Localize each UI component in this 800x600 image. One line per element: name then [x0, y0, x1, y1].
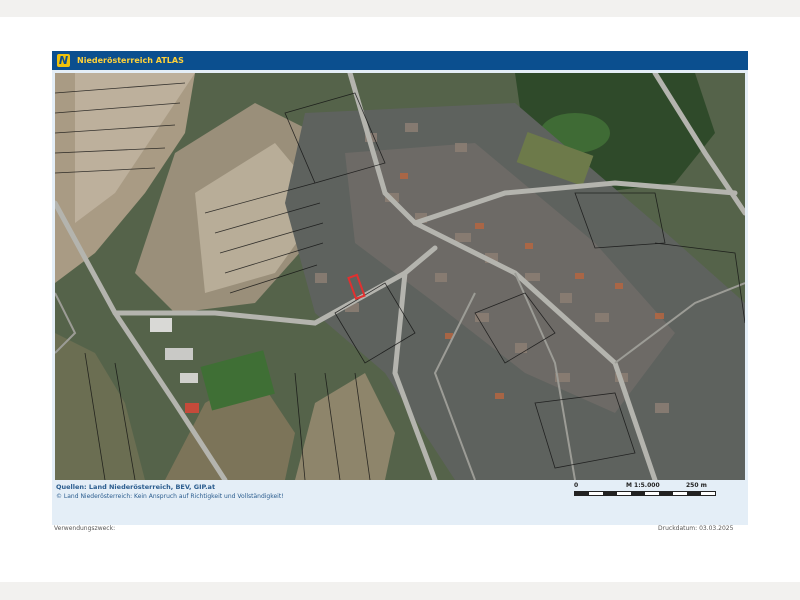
- aerial-map[interactable]: [55, 73, 745, 480]
- map-copyright: © Land Niederösterreich: Kein Anspruch a…: [56, 493, 284, 500]
- scale-end-label: 250 m: [686, 482, 707, 489]
- map-sources: Quellen: Land Niederösterreich, BEV, GIP…: [56, 483, 216, 491]
- print-date: Druckdatum: 03.03.2025: [658, 525, 734, 532]
- scale-bar: 0 M 1:5.000 250 m: [574, 482, 716, 502]
- map-frame: Quellen: Land Niederösterreich, BEV, GIP…: [52, 70, 748, 525]
- noe-logo-icon: N: [57, 54, 70, 67]
- scale-start-label: 0: [574, 482, 579, 489]
- app-title: Niederösterreich ATLAS: [77, 56, 184, 65]
- aerial-map-image: [55, 73, 745, 480]
- scale-bar-graphic: [574, 491, 716, 496]
- atlas-header: N Niederösterreich ATLAS: [52, 51, 748, 70]
- purpose-label: Verwendungszweck:: [54, 525, 116, 532]
- scale-ratio-label: M 1:5.000: [626, 482, 660, 489]
